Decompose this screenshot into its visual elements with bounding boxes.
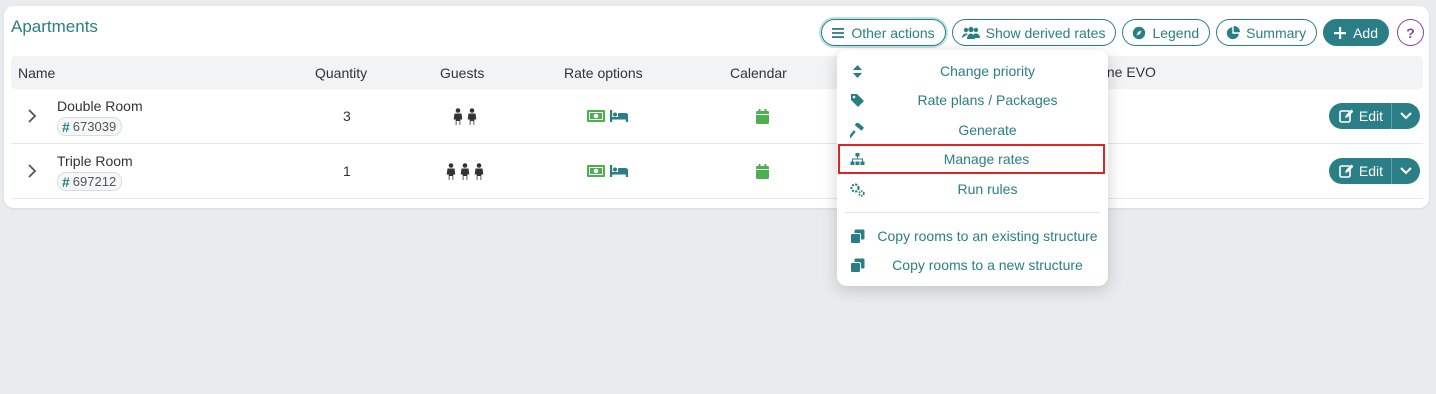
- edit-button-group: Edit: [1328, 103, 1420, 129]
- summary-button[interactable]: Summary: [1216, 19, 1318, 46]
- legend-button[interactable]: Legend: [1122, 19, 1211, 46]
- col-quantity[interactable]: Quantity: [315, 65, 367, 81]
- room-name: Double Room: [57, 98, 143, 114]
- tag-icon: [851, 94, 864, 107]
- copy-icon: [850, 229, 865, 244]
- person-icon: [474, 163, 484, 180]
- table-header: Name Quantity Guests Rate options Calend…: [11, 56, 1423, 89]
- room-name: Triple Room: [57, 153, 133, 169]
- sitemap-icon: [850, 153, 865, 165]
- menu-item-label: Run rules: [957, 181, 1018, 197]
- bed-icon[interactable]: [610, 110, 628, 122]
- room-id-badge: #673039: [57, 117, 123, 136]
- sort-icon: [853, 65, 862, 78]
- other-actions-button[interactable]: Other actions: [821, 19, 946, 46]
- copy-icon: [850, 258, 865, 273]
- rate-options: [587, 110, 628, 122]
- col-name[interactable]: Name: [18, 65, 55, 81]
- person-icon: [453, 108, 463, 125]
- col-calendar[interactable]: Calendar: [730, 65, 787, 81]
- hash-icon: #: [62, 173, 70, 190]
- pie-chart-icon: [1226, 25, 1241, 39]
- menu-divider: [845, 212, 1100, 213]
- add-label: Add: [1353, 24, 1378, 41]
- hash-icon: #: [62, 118, 70, 135]
- chevron-down-icon: [1400, 112, 1412, 120]
- apartments-card: Apartments Other actions Show derived ra…: [4, 6, 1429, 208]
- show-derived-rates-label: Show derived rates: [985, 24, 1106, 41]
- bars-icon: [832, 27, 845, 38]
- menu-item-copy-new[interactable]: Copy rooms to a new structure: [837, 251, 1108, 279]
- col-rate-options[interactable]: Rate options: [564, 65, 643, 81]
- person-icon: [446, 163, 456, 180]
- edit-dropdown-toggle[interactable]: [1392, 158, 1420, 184]
- edit-icon: [1339, 164, 1353, 178]
- edit-button[interactable]: Edit: [1329, 103, 1392, 129]
- help-button[interactable]: ?: [1397, 19, 1424, 46]
- other-actions-menu: Change priority Rate plans / Packages Ge…: [837, 50, 1108, 286]
- summary-label: Summary: [1246, 24, 1307, 41]
- col-guests[interactable]: Guests: [440, 65, 484, 81]
- card-title: Apartments: [11, 17, 98, 36]
- menu-item-copy-existing[interactable]: Copy rooms to an existing structure: [837, 222, 1108, 250]
- room-id: 673039: [72, 119, 117, 134]
- other-actions-label: Other actions: [851, 24, 935, 41]
- person-icon: [467, 108, 477, 125]
- person-icon: [460, 163, 470, 180]
- calendar-icon[interactable]: [756, 164, 769, 179]
- bed-icon[interactable]: [610, 165, 628, 177]
- cogs-icon: [850, 183, 865, 197]
- menu-item-generate[interactable]: Generate: [837, 116, 1108, 144]
- menu-item-label: Change priority: [940, 63, 1035, 79]
- edit-button-group: Edit: [1328, 158, 1420, 184]
- room-id-badge: #697212: [57, 172, 123, 191]
- legend-label: Legend: [1152, 24, 1200, 41]
- edit-dropdown-toggle[interactable]: [1392, 103, 1420, 129]
- menu-item-change-priority[interactable]: Change priority: [837, 57, 1108, 85]
- guests-icons: [452, 108, 478, 125]
- edit-label: Edit: [1358, 108, 1383, 124]
- menu-item-run-rules[interactable]: Run rules: [837, 175, 1108, 203]
- hammer-icon: [850, 123, 864, 138]
- chevron-right-icon[interactable]: [27, 164, 37, 178]
- edit-label: Edit: [1358, 163, 1383, 179]
- menu-item-label: Rate plans / Packages: [917, 92, 1058, 108]
- table-row: Double Room #673039 3 Edit: [11, 89, 1423, 144]
- menu-item-rate-plans[interactable]: Rate plans / Packages: [837, 86, 1108, 114]
- users-icon: [961, 26, 980, 39]
- money-bill-icon[interactable]: [587, 165, 605, 177]
- compass-icon: [1133, 26, 1146, 39]
- menu-item-manage-rates[interactable]: Manage rates: [838, 144, 1105, 174]
- rate-options: [587, 165, 628, 177]
- room-quantity: 1: [343, 163, 351, 179]
- toolbar: Other actions Show derived rates Legend …: [821, 19, 1424, 46]
- chevron-right-icon[interactable]: [27, 109, 37, 123]
- room-id: 697212: [72, 174, 117, 189]
- menu-item-label: Generate: [958, 122, 1017, 138]
- menu-item-label: Copy rooms to an existing structure: [877, 228, 1098, 244]
- plus-icon: [1334, 26, 1347, 39]
- chevron-down-icon: [1400, 167, 1412, 175]
- add-button[interactable]: Add: [1323, 19, 1389, 46]
- menu-item-label: Copy rooms to a new structure: [892, 257, 1083, 273]
- money-bill-icon[interactable]: [587, 110, 605, 122]
- room-quantity: 3: [343, 108, 351, 124]
- calendar-icon[interactable]: [756, 109, 769, 124]
- edit-button[interactable]: Edit: [1329, 158, 1392, 184]
- guests-icons: [445, 163, 485, 180]
- menu-item-label: Manage rates: [943, 151, 1030, 167]
- show-derived-rates-button[interactable]: Show derived rates: [951, 19, 1117, 46]
- table-row: Triple Room #697212 1 Edit: [11, 144, 1423, 199]
- edit-icon: [1339, 109, 1353, 123]
